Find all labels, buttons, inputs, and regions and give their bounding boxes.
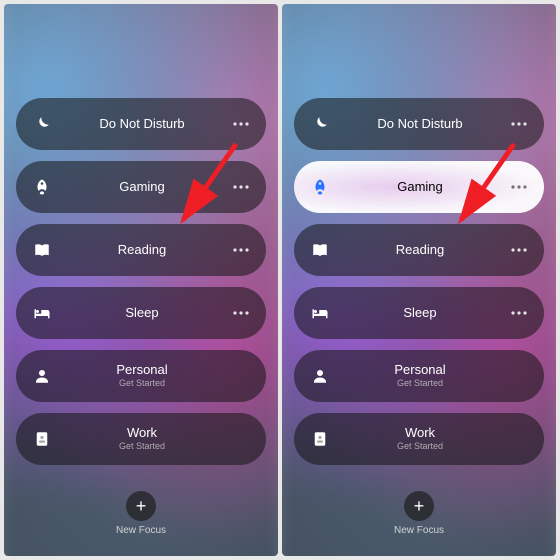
person-icon bbox=[30, 364, 54, 388]
focus-row-text: Reading bbox=[332, 243, 508, 257]
rocket-icon bbox=[308, 175, 332, 199]
focus-row-title: Gaming bbox=[119, 180, 165, 194]
focus-row-text: Sleep bbox=[54, 306, 230, 320]
focus-row-personal[interactable]: Personal Get Started bbox=[16, 350, 266, 402]
focus-row-title: Work bbox=[405, 426, 435, 440]
focus-row-sleep[interactable]: Sleep bbox=[16, 287, 266, 339]
bed-icon bbox=[308, 301, 332, 325]
focus-row-work[interactable]: Work Get Started bbox=[294, 413, 544, 465]
focus-row-text: Personal Get Started bbox=[54, 363, 230, 388]
new-focus-label: New Focus bbox=[116, 525, 166, 536]
ellipsis-icon[interactable] bbox=[230, 311, 252, 315]
focus-row-title: Work bbox=[127, 426, 157, 440]
focus-row-text: Sleep bbox=[332, 306, 508, 320]
rocket-icon bbox=[30, 175, 54, 199]
focus-row-text: Do Not Disturb bbox=[332, 117, 508, 131]
bed-icon bbox=[30, 301, 54, 325]
focus-row-reading[interactable]: Reading bbox=[16, 224, 266, 276]
focus-row-subtitle: Get Started bbox=[119, 379, 165, 389]
focus-row-title: Personal bbox=[394, 363, 445, 377]
focus-row-gaming[interactable]: Gaming bbox=[16, 161, 266, 213]
focus-list: Do Not Disturb Gaming Reading Sleep bbox=[294, 98, 544, 465]
focus-row-title: Personal bbox=[116, 363, 167, 377]
badge-icon bbox=[30, 427, 54, 451]
new-focus-button[interactable]: + bbox=[126, 491, 156, 521]
moon-icon bbox=[308, 112, 332, 136]
focus-row-title: Gaming bbox=[397, 180, 443, 194]
focus-row-sleep[interactable]: Sleep bbox=[294, 287, 544, 339]
focus-panel-right: Do Not Disturb Gaming Reading Sleep bbox=[282, 4, 556, 556]
panel-footer: + New Focus bbox=[394, 491, 444, 536]
focus-row-text: Reading bbox=[54, 243, 230, 257]
moon-icon bbox=[30, 112, 54, 136]
focus-row-text: Work Get Started bbox=[54, 426, 230, 451]
focus-row-do-not-disturb[interactable]: Do Not Disturb bbox=[16, 98, 266, 150]
focus-row-title: Reading bbox=[396, 243, 444, 257]
panel-footer: + New Focus bbox=[116, 491, 166, 536]
focus-row-text: Work Get Started bbox=[332, 426, 508, 451]
focus-row-text: Personal Get Started bbox=[332, 363, 508, 388]
ellipsis-icon[interactable] bbox=[230, 248, 252, 252]
ellipsis-icon[interactable] bbox=[508, 185, 530, 189]
focus-row-title: Do Not Disturb bbox=[99, 117, 184, 131]
focus-row-reading[interactable]: Reading bbox=[294, 224, 544, 276]
new-focus-label: New Focus bbox=[394, 525, 444, 536]
book-icon bbox=[308, 238, 332, 262]
focus-row-personal[interactable]: Personal Get Started bbox=[294, 350, 544, 402]
focus-row-text: Gaming bbox=[54, 180, 230, 194]
focus-list: Do Not Disturb Gaming Reading Sleep bbox=[16, 98, 266, 465]
new-focus-button[interactable]: + bbox=[404, 491, 434, 521]
focus-row-subtitle: Get Started bbox=[397, 379, 443, 389]
ellipsis-icon[interactable] bbox=[508, 248, 530, 252]
ellipsis-icon[interactable] bbox=[230, 122, 252, 126]
focus-row-title: Sleep bbox=[403, 306, 436, 320]
ellipsis-icon[interactable] bbox=[508, 311, 530, 315]
focus-row-title: Sleep bbox=[125, 306, 158, 320]
focus-row-title: Reading bbox=[118, 243, 166, 257]
focus-row-text: Gaming bbox=[332, 180, 508, 194]
badge-icon bbox=[308, 427, 332, 451]
book-icon bbox=[30, 238, 54, 262]
focus-row-subtitle: Get Started bbox=[119, 442, 165, 452]
focus-row-work[interactable]: Work Get Started bbox=[16, 413, 266, 465]
focus-row-subtitle: Get Started bbox=[397, 442, 443, 452]
focus-row-title: Do Not Disturb bbox=[377, 117, 462, 131]
person-icon bbox=[308, 364, 332, 388]
focus-row-text: Do Not Disturb bbox=[54, 117, 230, 131]
focus-row-gaming[interactable]: Gaming bbox=[294, 161, 544, 213]
ellipsis-icon[interactable] bbox=[230, 185, 252, 189]
ellipsis-icon[interactable] bbox=[508, 122, 530, 126]
focus-panel-left: Do Not Disturb Gaming Reading Sleep bbox=[4, 4, 278, 556]
focus-row-do-not-disturb[interactable]: Do Not Disturb bbox=[294, 98, 544, 150]
